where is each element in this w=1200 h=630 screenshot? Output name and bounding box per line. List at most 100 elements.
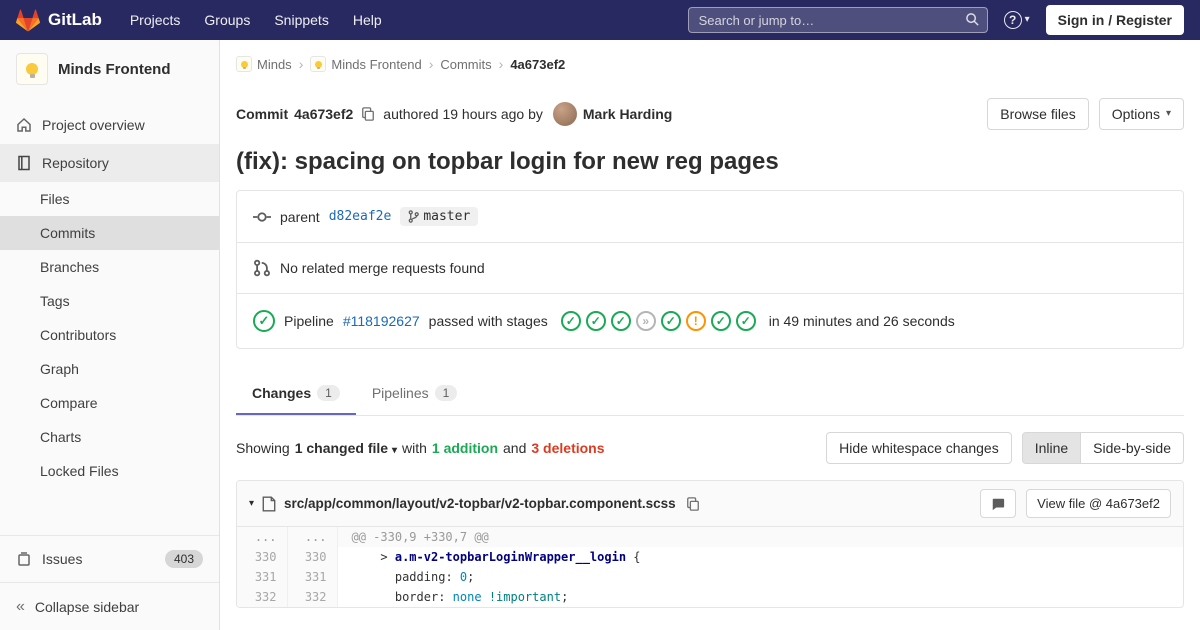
new-line-number[interactable]: 330 — [287, 547, 338, 567]
repo-submenu: Files Commits Branches Tags Contributors Grap… — [0, 182, 219, 488]
global-search — [687, 7, 988, 33]
tanuki-icon — [16, 8, 40, 32]
gitlab-logo[interactable]: GitLab — [16, 8, 102, 32]
help-dropdown[interactable]: ? ▾ — [996, 11, 1038, 29]
sidebar-item-issues[interactable]: Issues 403 — [0, 536, 219, 582]
inline-view-button[interactable]: Inline — [1021, 432, 1082, 464]
sidebar-item-graph[interactable]: Graph — [0, 352, 219, 386]
nav-projects[interactable]: Projects — [120, 6, 191, 34]
file-path[interactable]: src/app/common/layout/v2-topbar/v2-topba… — [284, 496, 676, 511]
changes-count-badge: 1 — [317, 385, 340, 401]
breadcrumb-project[interactable]: Minds Frontend — [310, 56, 422, 72]
parent-sha-link[interactable]: d82eaf2e — [329, 209, 392, 224]
search-icon[interactable] — [965, 12, 980, 27]
old-line-number[interactable]: 332 — [237, 587, 288, 607]
stage-passed-icon[interactable]: ✓ — [585, 311, 606, 331]
sidebar-item-repository[interactable]: Repository — [0, 144, 219, 182]
author-avatar[interactable] — [552, 102, 577, 126]
sidebar-item-compare[interactable]: Compare — [0, 386, 219, 420]
stage-warning-icon[interactable]: ! — [685, 311, 706, 331]
deletions-count: 3 deletions — [531, 440, 605, 456]
double-chevron-left-icon: « — [16, 597, 25, 615]
copy-sha-button[interactable] — [359, 105, 377, 123]
diff-file-header: ▾ src/app/common/layout/v2-topbar/v2-top… — [237, 481, 1183, 527]
tab-changes[interactable]: Changes 1 — [236, 373, 356, 415]
pipeline-id-link[interactable]: #118192627 — [343, 313, 420, 329]
breadcrumb-separator-icon: › — [428, 56, 434, 72]
copy-path-button[interactable] — [684, 495, 702, 513]
project-sidebar: Minds Frontend Project overview Reposito… — [0, 40, 220, 630]
merge-request-row: No related merge requests found — [237, 242, 1183, 293]
pipeline-status-text: passed with stages — [428, 313, 548, 329]
sidebar-item-tags[interactable]: Tags — [0, 284, 219, 318]
commit-header: Commit 4a673ef2 authored 19 hours ago by… — [236, 98, 1184, 130]
old-line-number[interactable]: 330 — [237, 547, 288, 567]
changed-files-dropdown[interactable]: 1 changed file ▾ — [295, 440, 397, 456]
pipeline-passed-icon[interactable]: ✓ — [253, 310, 275, 332]
stage-passed-icon[interactable]: ✓ — [710, 311, 731, 331]
collapse-diff-icon[interactable]: ▾ — [249, 498, 254, 509]
sidebar-item-files[interactable]: Files — [0, 182, 219, 216]
hide-whitespace-button[interactable]: Hide whitespace changes — [826, 432, 1012, 464]
issues-count-badge: 403 — [164, 550, 203, 568]
sidebar-item-label: Issues — [42, 551, 83, 567]
chevron-down-icon: ▾ — [391, 445, 397, 456]
project-name: Minds Frontend — [58, 60, 171, 78]
branch-chip[interactable]: master — [400, 207, 479, 226]
issues-icon — [16, 551, 32, 567]
home-icon — [16, 117, 32, 133]
project-avatar — [16, 53, 48, 85]
lightbulb-icon — [240, 60, 248, 69]
old-line-number: ... — [237, 527, 288, 547]
breadcrumb-commits[interactable]: Commits — [440, 57, 491, 72]
project-context[interactable]: Minds Frontend — [0, 40, 219, 98]
side-by-side-view-button[interactable]: Side-by-side — [1080, 432, 1184, 464]
sidebar-item-branches[interactable]: Branches — [0, 250, 219, 284]
diff-line: 330 330 > a.m-v2-topbarLoginWrapper__logi… — [237, 547, 1183, 567]
author-name[interactable]: Mark Harding — [583, 106, 672, 122]
commit-title: (fix): spacing on topbar login for new r… — [236, 148, 779, 175]
stage-passed-icon[interactable]: ✓ — [560, 311, 581, 331]
branch-icon — [408, 210, 420, 223]
diff-table: ... ... @@ -330,9 +330,7 @@ 330 330 > a.m… — [237, 527, 1183, 607]
breadcrumb-separator-icon: › — [298, 56, 304, 72]
stage-passed-icon[interactable]: ✓ — [660, 311, 681, 331]
toggle-comments-button[interactable] — [980, 489, 1017, 518]
stage-passed-icon[interactable]: ✓ — [610, 311, 631, 331]
authored-text: authored 19 hours ago by — [383, 106, 543, 122]
nav-help[interactable]: Help — [343, 6, 392, 34]
sidebar-item-contributors[interactable]: Contributors — [0, 318, 219, 352]
parent-label: parent — [280, 208, 320, 225]
new-line-number[interactable]: 331 — [287, 567, 338, 587]
old-line-number[interactable]: 331 — [237, 567, 288, 587]
code-line: > a.m-v2-topbarLoginWrapper__login { — [351, 550, 641, 564]
browse-files-button[interactable]: Browse files — [987, 98, 1089, 130]
lightbulb-icon — [314, 60, 322, 69]
diff-line: 331 331 padding: 0; — [237, 567, 1183, 587]
pipeline-duration: in 49 minutes and 26 seconds — [768, 313, 955, 329]
sidebar-item-charts[interactable]: Charts — [0, 420, 219, 454]
commit-sha: 4a673ef2 — [294, 106, 354, 122]
collapse-sidebar-button[interactable]: « Collapse sidebar — [0, 582, 219, 630]
nav-groups[interactable]: Groups — [194, 6, 260, 34]
new-line-number: ... — [287, 527, 338, 547]
sidebar-item-commits[interactable]: Commits — [0, 216, 219, 250]
options-dropdown-button[interactable]: Options ▾ — [1098, 98, 1184, 130]
sidebar-item-project-overview[interactable]: Project overview — [0, 106, 219, 144]
view-file-button[interactable]: View file @ 4a673ef2 — [1026, 489, 1171, 518]
collapse-label: Collapse sidebar — [34, 598, 140, 615]
tab-pipelines[interactable]: Pipelines 1 — [356, 373, 474, 415]
search-input[interactable] — [687, 7, 988, 33]
sidebar-item-label: Repository — [42, 155, 109, 171]
sign-in-button[interactable]: Sign in / Register — [1045, 5, 1184, 35]
diff-lines: ... ... @@ -330,9 +330,7 @@ 330 330 > a.m… — [237, 527, 1183, 607]
stage-skipped-icon[interactable]: » — [635, 311, 656, 331]
stage-passed-icon[interactable]: ✓ — [735, 311, 756, 331]
hunk-header-text: @@ -330,9 +330,7 @@ — [337, 527, 1183, 547]
sidebar-item-locked-files[interactable]: Locked Files — [0, 454, 219, 488]
brand-name: GitLab — [48, 10, 102, 29]
breadcrumb-group[interactable]: Minds — [236, 56, 292, 72]
nav-snippets[interactable]: Snippets — [264, 6, 338, 34]
new-line-number[interactable]: 332 — [287, 587, 338, 607]
question-icon: ? — [1003, 11, 1022, 29]
